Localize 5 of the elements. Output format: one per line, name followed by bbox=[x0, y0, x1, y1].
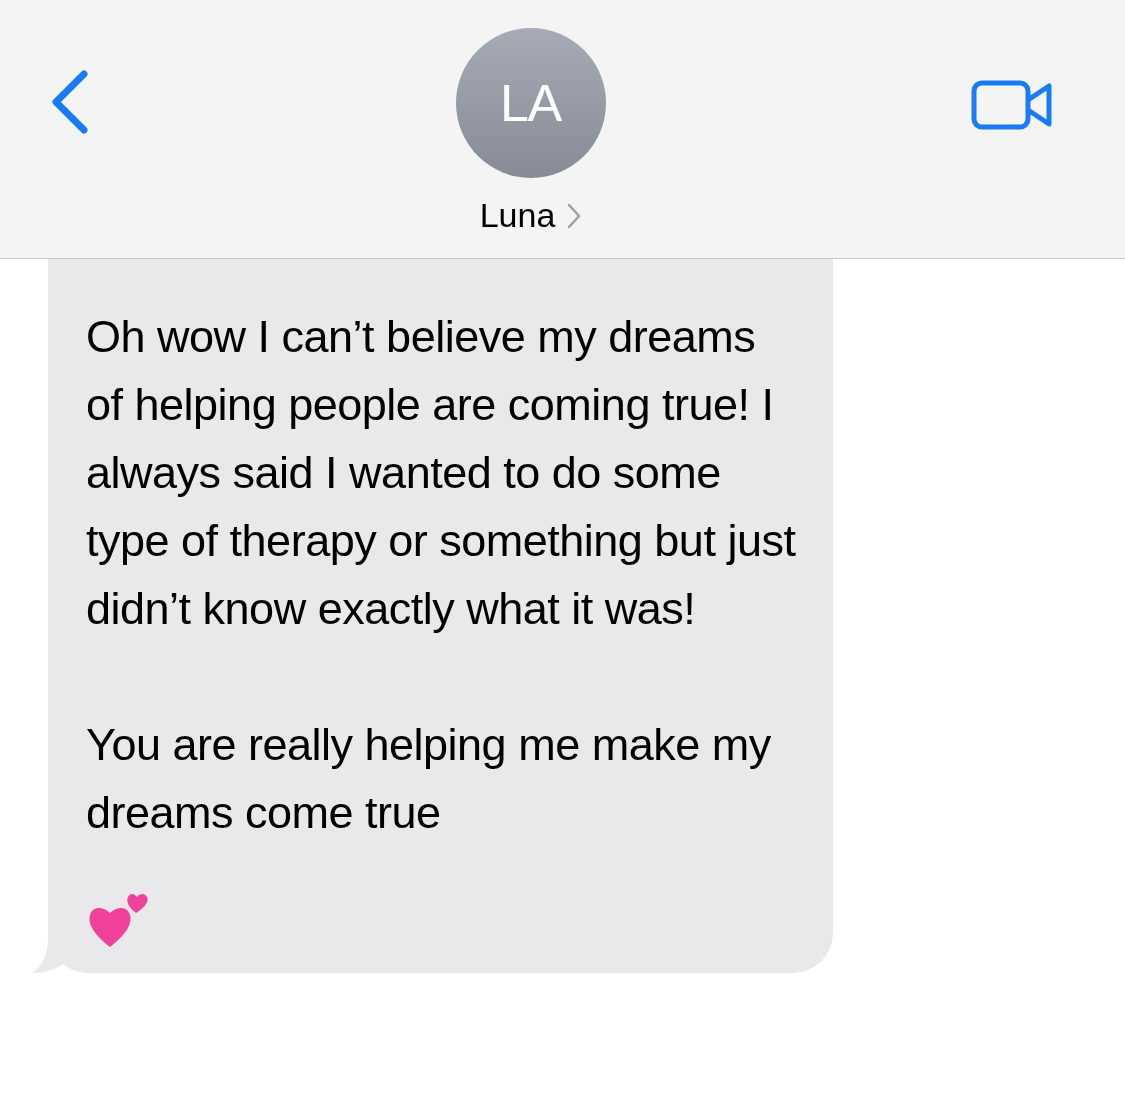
message-text: Oh wow I can’t believe my dreams of helping people are coming true! I always said I wanted to do some type of therapy or something but just didn’t know exactly what it was! bbox=[86, 310, 797, 636]
contact-name[interactable]: Luna bbox=[479, 190, 556, 241]
chevron-right-icon[interactable] bbox=[567, 202, 582, 229]
message-text: You are really helping me make my dreams come true bbox=[86, 718, 772, 840]
video-camera-icon[interactable] bbox=[971, 80, 1053, 130]
